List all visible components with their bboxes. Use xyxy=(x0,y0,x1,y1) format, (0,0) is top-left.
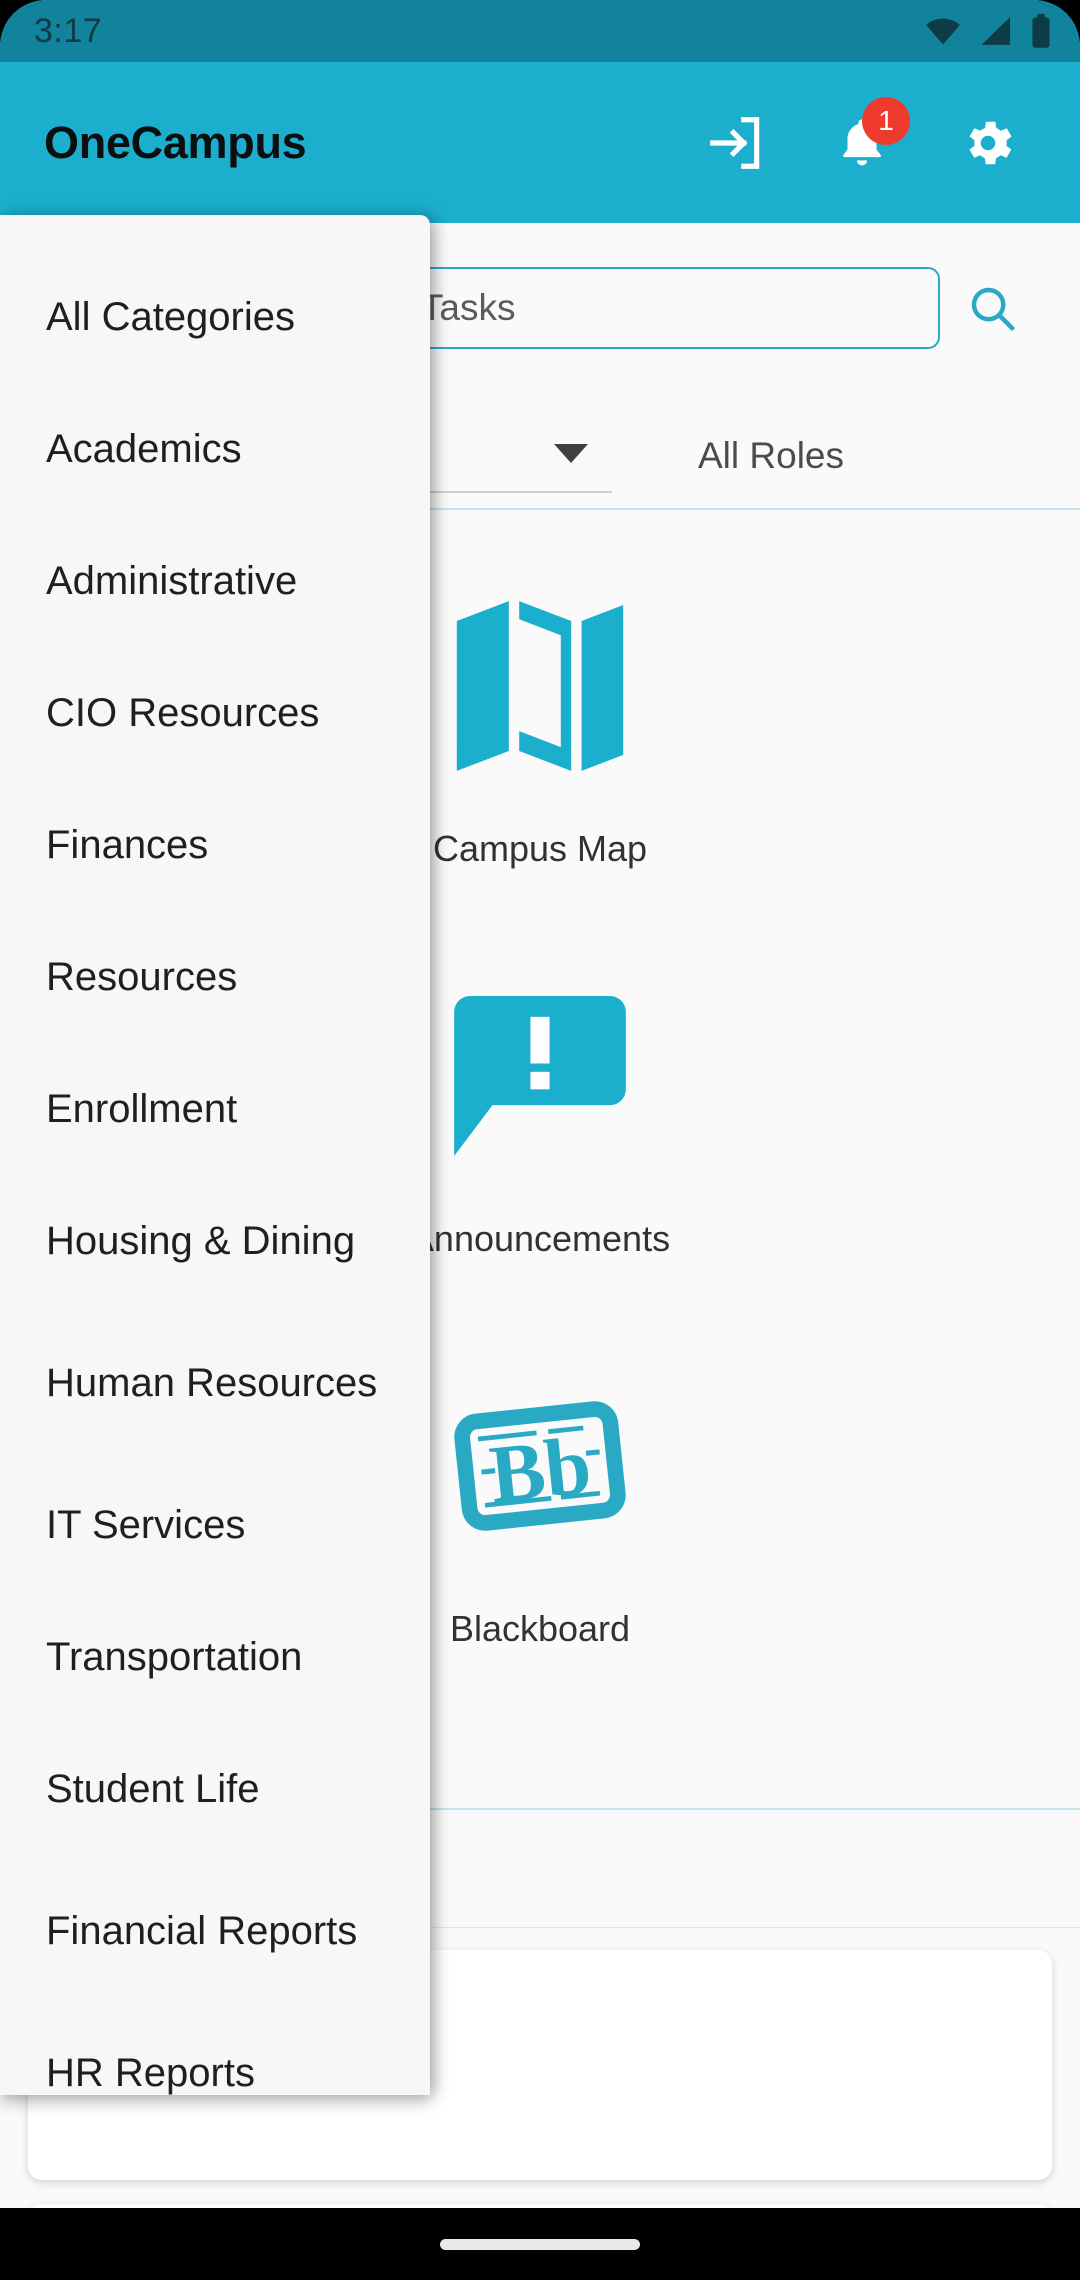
drawer-item-housing-and-dining[interactable]: Housing & Dining xyxy=(0,1175,430,1307)
drawer-item-label: Enrollment xyxy=(46,1086,238,1131)
app-screen: All Campuses All Roles Campus Map xyxy=(0,0,1080,2280)
drawer-item-academics[interactable]: Academics xyxy=(0,383,430,515)
drawer-item-student-life[interactable]: Student Life xyxy=(0,1723,430,1855)
drawer-item-it-services[interactable]: IT Services xyxy=(0,1459,430,1591)
navigation-drawer: All Categories Academics Administrative … xyxy=(0,215,430,2095)
drawer-item-label: Transportation xyxy=(46,1634,303,1679)
drawer-item-label: IT Services xyxy=(46,1502,246,1547)
drawer-item-enrollment[interactable]: Enrollment xyxy=(0,1043,430,1175)
drawer-item-label: Financial Reports xyxy=(46,1908,358,1953)
drawer-item-label: All Categories xyxy=(46,294,296,339)
status-bar: 3:17 xyxy=(0,0,1080,62)
drawer-item-hr-reports[interactable]: HR Reports xyxy=(0,2007,430,2139)
drawer-item-label: Student Life xyxy=(46,1766,260,1811)
drawer-item-label: Administrative xyxy=(46,558,298,603)
drawer-item-label: Resources xyxy=(46,954,238,999)
drawer-item-resources[interactable]: Resources xyxy=(0,911,430,1043)
drawer-item-financial-reports[interactable]: Financial Reports xyxy=(0,1855,430,2007)
cellular-signal-icon xyxy=(981,17,1011,45)
drawer-item-label: Human Resources xyxy=(46,1360,378,1405)
drawer-item-transportation[interactable]: Transportation xyxy=(0,1591,430,1723)
drawer-item-label: Housing & Dining xyxy=(46,1218,356,1263)
screen-corner-top-left xyxy=(0,0,46,46)
drawer-item-all-categories[interactable]: All Categories xyxy=(0,251,430,383)
screen-corner-top-right xyxy=(1034,0,1080,46)
drawer-item-label: CIO Resources xyxy=(46,690,320,735)
system-navigation-bar xyxy=(0,2208,1080,2280)
gesture-pill[interactable] xyxy=(440,2238,640,2250)
drawer-item-label: HR Reports xyxy=(46,2050,255,2095)
wifi-icon xyxy=(926,18,960,45)
drawer-item-human-resources[interactable]: Human Resources xyxy=(0,1307,430,1459)
drawer-item-finances[interactable]: Finances xyxy=(0,779,430,911)
drawer-item-cio-resources[interactable]: CIO Resources xyxy=(0,647,430,779)
drawer-item-label: Academics xyxy=(46,426,242,471)
drawer-item-label: Finances xyxy=(46,822,209,867)
drawer-item-administrative[interactable]: Administrative xyxy=(0,515,430,647)
